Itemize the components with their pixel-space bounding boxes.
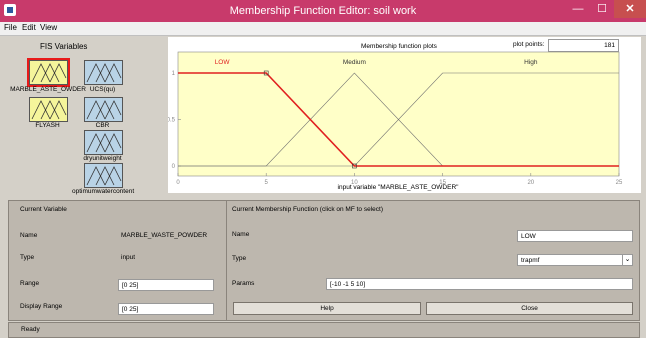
help-button[interactable]: Help (233, 302, 421, 315)
menu-file[interactable]: File (4, 23, 17, 32)
menu-bar: File Edit View (0, 22, 646, 36)
mf-type-select[interactable]: trapmf ⌄ (517, 254, 633, 266)
mf-triangles-icon (86, 166, 122, 186)
status-bar: Ready (8, 322, 640, 338)
y-tick-label: 0.5 (168, 118, 176, 124)
x-axis-label: input variable "MARBLE_ASTE_OWDER" (338, 184, 460, 191)
plot-axes (177, 51, 620, 177)
close-button[interactable]: Close (426, 302, 633, 315)
y-tick-label: 0 (172, 164, 176, 170)
mf-triangles-icon (86, 63, 122, 83)
display-range-label: Display Range (20, 303, 63, 310)
current-variable-header: Current Variable (20, 206, 67, 213)
fis-var-label: MARBLE_ASTE_OWDER (10, 86, 86, 93)
mf-type-label: Type (232, 255, 247, 262)
mf-triangles-icon (86, 100, 122, 120)
range-label: Range (20, 280, 40, 287)
fis-var-marble-waste-powder[interactable] (27, 58, 70, 87)
window-title: Membership Function Editor: soil work (229, 5, 417, 17)
fis-var-label: FLYASH (35, 122, 60, 129)
mf-triangles-icon (31, 63, 67, 83)
close-window-button[interactable]: ✕ (614, 0, 646, 18)
minimize-button[interactable]: — (566, 0, 590, 18)
params-input[interactable]: [-10 -1 5 10] (326, 278, 633, 290)
mf-triangles-icon (31, 100, 67, 120)
x-tick-label: 20 (527, 180, 534, 186)
menu-edit[interactable]: Edit (22, 23, 36, 32)
mf-label-medium: Medium (343, 59, 366, 66)
x-tick-label: 25 (616, 180, 623, 186)
mf-name-input[interactable]: LOW (517, 230, 633, 242)
status-text: Ready (21, 326, 40, 333)
fis-variables-title: FIS Variables (40, 42, 88, 51)
params-label: Params (232, 280, 255, 287)
chevron-down-icon: ⌄ (622, 255, 632, 265)
display-range-input[interactable]: [0 25] (118, 303, 214, 315)
fis-var-label: UCS(qu) (89, 86, 116, 93)
current-mf-header: Current Membership Function (click on MF… (232, 206, 383, 213)
y-tick-label: 1 (172, 71, 176, 77)
fis-var-label: CBR (95, 122, 110, 129)
maximize-button[interactable]: ☐ (590, 0, 614, 18)
fis-var-flyash[interactable] (29, 97, 68, 122)
fis-var-cbr[interactable] (84, 97, 123, 122)
mf-type-value: trapmf (521, 257, 540, 264)
fis-var-label: optimumwatercontent (72, 188, 135, 195)
mf-label-low: LOW (215, 59, 231, 66)
fis-var-label: dryunitweight (83, 155, 122, 162)
title-bar: Membership Function Editor: soil work — … (0, 0, 646, 22)
mf-label-high: High (524, 59, 538, 66)
fis-var-optimumwatercontent[interactable] (84, 163, 123, 188)
variable-type-value: input (121, 254, 136, 261)
name-label: Name (20, 232, 38, 239)
type-label: Type (20, 254, 35, 261)
mf-triangles-icon (86, 133, 122, 153)
x-tick-label: 0 (176, 180, 180, 186)
mf-plot-chart[interactable]: 0 5 10 15 20 2500.51 LOW Medium High input vari… (168, 37, 641, 193)
fis-var-ucs-qu[interactable] (84, 60, 123, 85)
variable-name-value: MARBLE_WASTE_POWDER (121, 232, 208, 239)
menu-view[interactable]: View (40, 23, 57, 32)
mf-name-label: Name (232, 231, 250, 238)
x-tick-label: 5 (265, 180, 269, 186)
fis-var-dryunitweight[interactable] (84, 130, 123, 155)
range-input[interactable]: [0 25] (118, 279, 214, 291)
